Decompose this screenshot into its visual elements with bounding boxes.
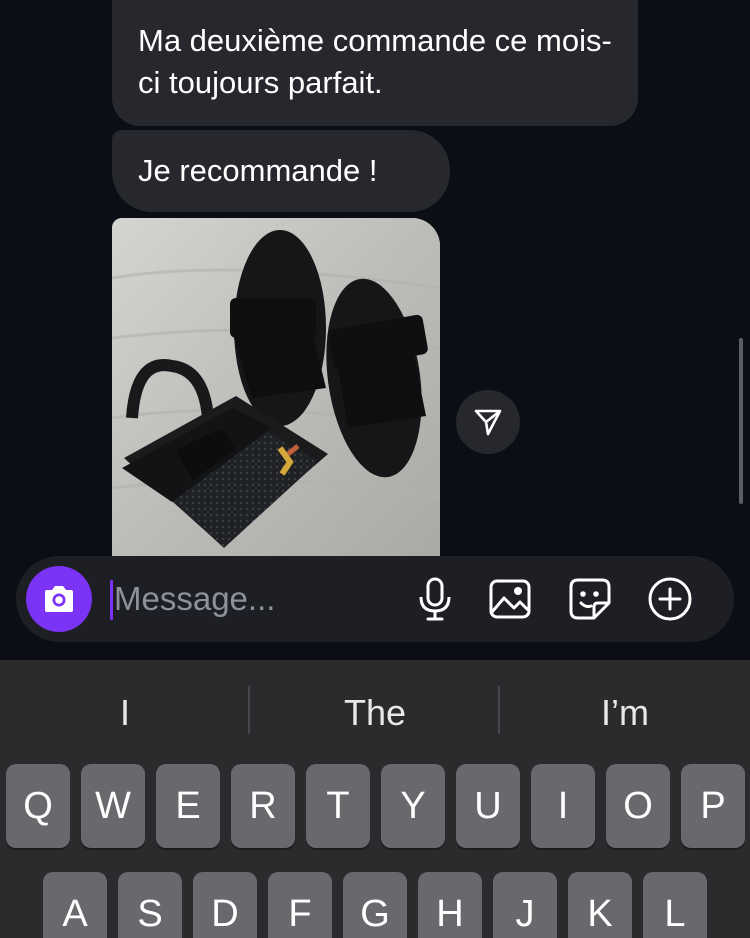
- gallery-button[interactable]: [487, 576, 533, 622]
- key-h[interactable]: H: [418, 872, 482, 938]
- suggestion-0[interactable]: I: [0, 686, 250, 740]
- shared-photo[interactable]: [112, 218, 440, 560]
- paper-plane-icon: [474, 409, 502, 436]
- key-t[interactable]: T: [306, 764, 370, 848]
- suggestion-2[interactable]: I’m: [500, 686, 750, 740]
- message-text: Je recommande !: [138, 153, 378, 188]
- key-g[interactable]: G: [343, 872, 407, 938]
- key-o[interactable]: O: [606, 764, 670, 848]
- key-k[interactable]: K: [568, 872, 632, 938]
- key-y[interactable]: Y: [381, 764, 445, 848]
- camera-icon: [45, 586, 73, 612]
- key-i[interactable]: I: [531, 764, 595, 848]
- message-input[interactable]: [114, 576, 394, 622]
- key-w[interactable]: W: [81, 764, 145, 848]
- text-caret: [110, 580, 113, 620]
- key-s[interactable]: S: [118, 872, 182, 938]
- gallery-icon: [489, 579, 531, 619]
- sticker-button[interactable]: [567, 576, 613, 622]
- key-u[interactable]: U: [456, 764, 520, 848]
- scroll-indicator[interactable]: [739, 338, 743, 504]
- suggestion-1[interactable]: The: [250, 686, 500, 740]
- sticker-icon: [569, 578, 611, 620]
- key-e[interactable]: E: [156, 764, 220, 848]
- key-f[interactable]: F: [268, 872, 332, 938]
- message-text: Ma deuxième commande ce mois-ci toujours…: [138, 23, 612, 100]
- key-a[interactable]: A: [43, 872, 107, 938]
- key-d[interactable]: D: [193, 872, 257, 938]
- microphone-button[interactable]: [412, 576, 458, 622]
- chat-screen: Ma deuxième commande ce mois-ci toujours…: [0, 0, 750, 938]
- plus-circle-icon: [648, 577, 692, 621]
- key-p[interactable]: P: [681, 764, 745, 848]
- key-q[interactable]: Q: [6, 764, 70, 848]
- add-button[interactable]: [647, 576, 693, 622]
- key-j[interactable]: J: [493, 872, 557, 938]
- message-bubble[interactable]: Ma deuxième commande ce mois-ci toujours…: [112, 0, 638, 126]
- camera-button[interactable]: [26, 566, 92, 632]
- share-button[interactable]: [456, 390, 520, 454]
- message-bubble[interactable]: Je recommande !: [112, 130, 450, 212]
- microphone-icon: [419, 577, 451, 621]
- message-composer: [16, 556, 734, 642]
- sandals-and-bag-photo: [112, 218, 440, 560]
- keyboard: I The I’m Q W E R T Y U I O P A S D F G …: [0, 660, 750, 938]
- key-l[interactable]: L: [643, 872, 707, 938]
- key-r[interactable]: R: [231, 764, 295, 848]
